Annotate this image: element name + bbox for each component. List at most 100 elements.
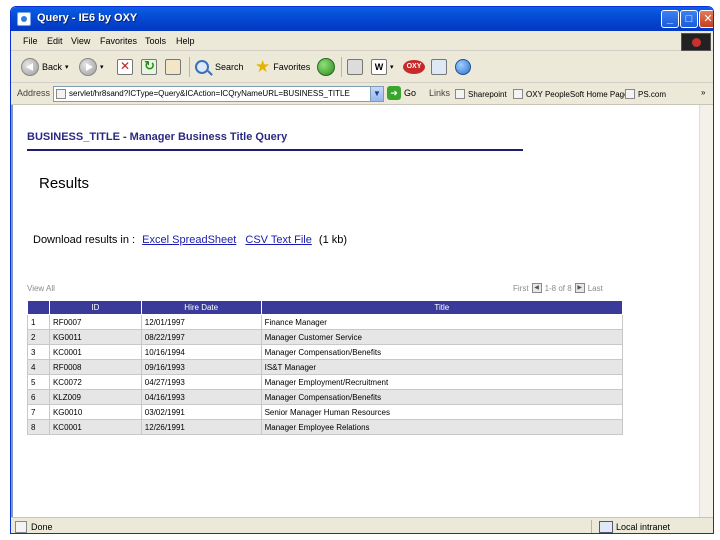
print-button[interactable] <box>347 57 363 77</box>
link-ps-com[interactable]: PS.com <box>625 86 666 102</box>
download-line: Download results in : Excel SpreadSheet … <box>33 234 347 246</box>
menu-file[interactable]: File <box>23 36 38 46</box>
link-page-icon <box>625 89 635 99</box>
messenger-icon <box>455 59 471 75</box>
pager: First ◀ 1-8 of 8 ▶ Last <box>513 283 603 293</box>
chart-tool-button[interactable] <box>431 57 447 77</box>
status-bar: Done Local intranet <box>11 517 713 533</box>
link-peoplesoft-home[interactable]: OXY PeopleSoft Home Page <box>513 86 629 102</box>
column-header-hire-date: Hire Date <box>140 300 262 315</box>
intranet-zone-icon <box>599 521 613 533</box>
link-label: OXY PeopleSoft Home Page <box>526 89 629 99</box>
pager-prev-icon[interactable]: ◀ <box>531 283 542 293</box>
hire-date: 12/26/1991 <box>140 419 262 435</box>
row-number: 3 <box>27 344 50 360</box>
title-bar: Query - IE6 by OXY _ □ ✕ <box>11 7 713 31</box>
table-row: 2 KG0011 08/22/1997 Manager Customer Ser… <box>27 329 624 345</box>
security-zone: Local intranet <box>616 522 671 532</box>
view-all-link[interactable]: View All <box>27 284 55 293</box>
pager-next-icon[interactable]: ▶ <box>574 283 585 293</box>
links-overflow-button[interactable]: » <box>701 88 705 97</box>
browser-window: Query - IE6 by OXY _ □ ✕ File Edit View … <box>10 6 714 534</box>
status-divider <box>591 520 592 533</box>
menu-help[interactable]: Help <box>176 36 195 46</box>
maximize-button[interactable]: □ <box>680 10 698 28</box>
menu-tools[interactable]: Tools <box>145 36 166 46</box>
link-page-icon <box>455 89 465 99</box>
favorites-label: Favorites <box>273 62 311 72</box>
page-icon <box>56 89 66 99</box>
word-icon: W <box>371 59 387 75</box>
vertical-scrollbar[interactable] <box>699 105 713 517</box>
link-label: PS.com <box>638 89 667 99</box>
address-input[interactable]: servlet/hr8sand?ICType=Query&ICAction=IC… <box>53 86 371 102</box>
table-row: 7 KG0010 03/02/1991 Senior Manager Human… <box>27 404 624 420</box>
employee-id: KG0011 <box>48 329 142 345</box>
link-label: Sharepoint <box>468 89 507 99</box>
query-title: BUSINESS_TITLE - Manager Business Title … <box>27 131 288 143</box>
employee-id: KC0001 <box>48 419 142 435</box>
table-row: 8 KC0001 12/26/1991 Manager Employee Rel… <box>27 419 624 435</box>
job-title: Finance Manager <box>260 314 624 330</box>
links-label: Links <box>429 88 451 98</box>
excel-spreadsheet-link[interactable]: Excel SpreadSheet <box>142 234 236 246</box>
menu-edit[interactable]: Edit <box>47 36 63 46</box>
page-done-icon <box>15 521 27 533</box>
refresh-button[interactable] <box>141 57 157 77</box>
csv-text-file-link[interactable]: CSV Text File <box>245 234 311 246</box>
hire-date: 08/22/1997 <box>140 329 262 345</box>
row-number: 7 <box>27 404 50 420</box>
row-number: 6 <box>27 389 50 405</box>
favorites-star-icon: ★ <box>255 57 271 76</box>
stop-button[interactable] <box>117 57 133 77</box>
job-title: Senior Manager Human Resources <box>260 404 624 420</box>
menu-favorites[interactable]: Favorites <box>100 36 137 46</box>
edit-word-button[interactable]: W ▾ <box>371 57 394 77</box>
row-number: 1 <box>27 314 50 330</box>
search-button[interactable]: Search <box>195 57 244 77</box>
employee-id: KG0010 <box>48 404 142 420</box>
go-button[interactable]: Go <box>404 88 416 98</box>
employee-id: KC0001 <box>48 344 142 360</box>
oxy-button[interactable]: OXY <box>403 57 425 77</box>
back-dropdown-icon: ▾ <box>65 64 69 71</box>
go-arrow-icon[interactable]: ➜ <box>387 86 401 100</box>
address-url: servlet/hr8sand?ICType=Query&ICAction=IC… <box>69 89 350 98</box>
row-number: 5 <box>27 374 50 390</box>
pager-range: 1-8 of 8 <box>544 283 572 293</box>
employee-id: RF0007 <box>48 314 142 330</box>
close-button[interactable]: ✕ <box>699 10 713 28</box>
status-text: Done <box>31 522 53 532</box>
forward-dropdown-icon: ▾ <box>100 64 104 71</box>
pager-last[interactable]: Last <box>588 284 603 293</box>
edit-dropdown-icon: ▾ <box>390 64 394 71</box>
media-button[interactable] <box>317 57 335 77</box>
messenger-button[interactable] <box>455 57 471 77</box>
back-button[interactable]: Back ▾ <box>21 57 69 77</box>
job-title: IS&T Manager <box>260 359 624 375</box>
job-title: Manager Customer Service <box>260 329 624 345</box>
row-number: 8 <box>27 419 50 435</box>
employee-id: KC0072 <box>48 374 142 390</box>
search-label: Search <box>215 62 244 72</box>
forward-button[interactable]: ▾ <box>79 57 104 77</box>
search-icon <box>195 60 209 74</box>
brand-logo-icon <box>681 33 711 51</box>
minimize-button[interactable]: _ <box>661 10 679 28</box>
ie-app-icon <box>17 12 31 26</box>
pager-first[interactable]: First <box>513 284 529 293</box>
hire-date: 04/16/1993 <box>140 389 262 405</box>
job-title: Manager Compensation/Benefits <box>260 389 624 405</box>
forward-arrow-icon <box>79 58 97 76</box>
home-button[interactable] <box>165 57 181 77</box>
menu-view[interactable]: View <box>71 36 90 46</box>
address-label: Address <box>17 88 51 98</box>
favorites-button[interactable]: ★ Favorites <box>255 57 310 77</box>
page-content: BUSINESS_TITLE - Manager Business Title … <box>11 105 713 517</box>
back-label: Back <box>42 62 63 72</box>
media-icon <box>317 58 335 76</box>
column-header-row-number <box>27 300 50 315</box>
link-sharepoint[interactable]: Sharepoint <box>455 86 507 102</box>
address-dropdown-icon[interactable]: ▼ <box>370 86 384 102</box>
stop-icon <box>117 59 133 75</box>
